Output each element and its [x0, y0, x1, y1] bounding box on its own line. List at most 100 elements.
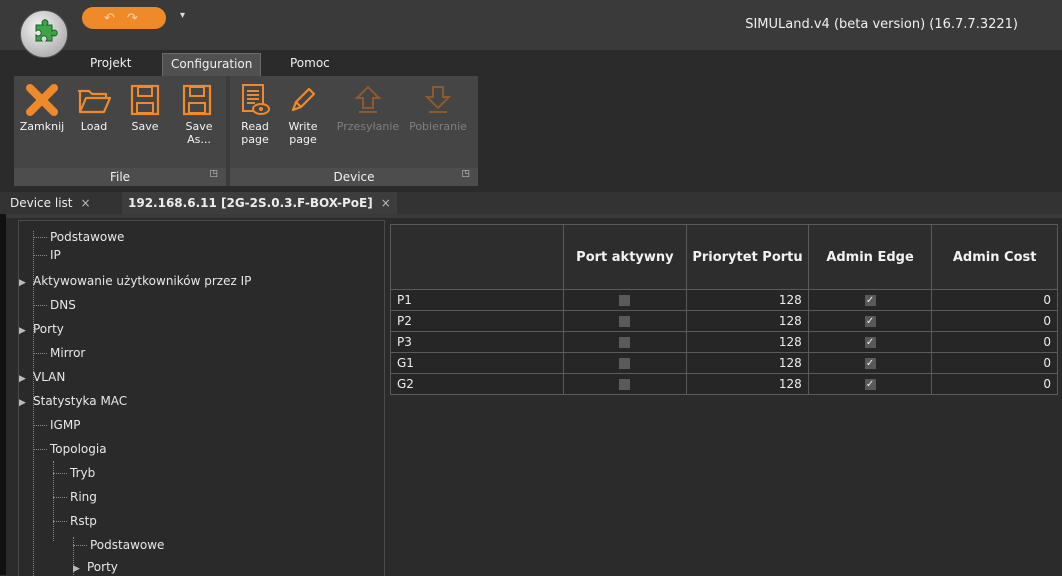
port-active-checkbox[interactable] — [619, 295, 631, 306]
read-page-label: Read page — [241, 120, 269, 146]
admin-edge-checkbox[interactable]: ✓ — [864, 379, 876, 390]
port-name-cell: P2 — [390, 310, 564, 332]
port-name-cell: P1 — [390, 289, 564, 311]
tab-configuration[interactable]: Configuration — [162, 53, 262, 76]
port-active-cell — [562, 310, 688, 332]
tree-item-statystyka-mac[interactable]: ▶ Statystyka MAC — [19, 391, 127, 411]
priority-cell[interactable]: 128 — [686, 331, 809, 353]
port-active-checkbox[interactable] — [619, 379, 631, 390]
menu-tabs: Projekt Configuration Pomoc — [0, 50, 1062, 76]
tree-item-vlan[interactable]: ▶ VLAN — [19, 367, 65, 387]
column-header-admin-edge[interactable]: Admin Edge — [807, 224, 933, 290]
tree-item-topologia[interactable]: Topologia — [33, 439, 107, 459]
app-logo-button[interactable] — [20, 10, 68, 58]
admin-cost-cell[interactable]: 0 — [931, 373, 1058, 395]
ports-table: Port aktywny Priorytet Portu Admin Edge … — [390, 224, 1058, 395]
file-group-label: File ◳ — [14, 168, 226, 186]
tab-projekt[interactable]: Projekt — [90, 53, 131, 75]
table-row: P3 128 ✓ 0 — [390, 331, 1058, 353]
tree-item-porty[interactable]: ▶ Porty — [19, 319, 64, 339]
download-label: Pobieranie — [409, 120, 467, 133]
tab-pomoc[interactable]: Pomoc — [290, 53, 330, 75]
save-button[interactable]: Save — [120, 80, 170, 133]
dialog-launcher-icon[interactable]: ◳ — [461, 165, 470, 183]
upload-label: Przesyłanie — [336, 120, 400, 133]
tree-item-ring[interactable]: Ring — [53, 487, 97, 507]
redo-icon[interactable]: ↷ — [127, 11, 138, 26]
tree-item-ip[interactable]: IP — [33, 245, 61, 265]
tree-item-mirror[interactable]: Mirror — [33, 343, 85, 363]
close-icon — [26, 84, 58, 116]
title-bar: ↶ ↷ ▾ SIMULand.v4 (beta version) (16.7.7… — [0, 0, 1062, 58]
left-edge — [0, 214, 6, 575]
tree-item-aktywowanie[interactable]: ▶ Aktywowanie użytkowników przez IP — [19, 271, 251, 291]
admin-edge-checkbox[interactable]: ✓ — [864, 316, 876, 327]
folder-open-icon — [77, 89, 111, 114]
column-header-port-active[interactable]: Port aktywny — [562, 224, 688, 290]
read-page-button[interactable]: Read page — [232, 80, 278, 146]
port-active-cell — [562, 373, 688, 395]
table-row: P2 128 ✓ 0 — [390, 310, 1058, 332]
tree-item-rstp[interactable]: Rstp — [53, 511, 97, 531]
download-button[interactable]: Pobieranie — [402, 80, 474, 133]
save-as-button[interactable]: Save As... — [172, 80, 222, 146]
load-button[interactable]: Load — [69, 80, 119, 133]
close-tab-icon[interactable]: × — [80, 196, 90, 210]
column-header-port — [390, 224, 564, 290]
tree-item-igmp[interactable]: IGMP — [33, 415, 80, 435]
admin-cost-cell[interactable]: 0 — [931, 352, 1058, 374]
write-page-button[interactable]: Write page — [280, 80, 326, 146]
admin-edge-checkbox[interactable]: ✓ — [864, 337, 876, 348]
tab-device-list[interactable]: Device list × — [10, 192, 91, 214]
undo-icon[interactable]: ↶ — [104, 11, 115, 26]
tree-item-dns[interactable]: DNS — [33, 295, 76, 315]
expand-icon[interactable]: ▶ — [19, 321, 33, 341]
admin-cost-cell[interactable]: 0 — [931, 310, 1058, 332]
priority-cell[interactable]: 128 — [686, 310, 809, 332]
download-icon — [424, 86, 452, 113]
quick-access-toolbar: ↶ ↷ — [82, 7, 166, 29]
priority-cell[interactable]: 128 — [686, 352, 809, 374]
device-group-label: Device ◳ — [230, 168, 478, 186]
upload-icon — [354, 85, 382, 113]
admin-edge-checkbox[interactable]: ✓ — [864, 358, 876, 369]
tree-item-podstawowe[interactable]: Podstawowe — [33, 227, 124, 247]
port-active-checkbox[interactable] — [619, 358, 631, 369]
close-label: Zamknij — [19, 120, 65, 133]
expand-icon[interactable]: ▶ — [19, 369, 33, 389]
tree-item-rstp-podstawowe[interactable]: Podstawowe — [73, 535, 164, 555]
expand-icon[interactable]: ▶ — [19, 393, 33, 413]
customize-toolbar-icon[interactable]: ▾ — [180, 10, 185, 21]
port-active-cell — [562, 331, 688, 353]
upload-button[interactable]: Przesyłanie — [330, 80, 406, 133]
admin-edge-checkbox[interactable]: ✓ — [864, 295, 876, 306]
close-button[interactable]: Zamknij — [16, 80, 68, 133]
port-name-cell: G2 — [390, 373, 564, 395]
port-active-cell — [562, 352, 688, 374]
tab-device[interactable]: 192.168.6.11 [2G-2S.0.3.F-BOX-PoE] × — [122, 192, 397, 214]
close-tab-icon[interactable]: × — [381, 196, 391, 210]
admin-edge-cell: ✓ — [807, 331, 933, 353]
priority-cell[interactable]: 128 — [686, 289, 809, 311]
admin-cost-cell[interactable]: 0 — [931, 289, 1058, 311]
port-name-cell: P3 — [390, 331, 564, 353]
expand-icon[interactable]: ▶ — [19, 273, 33, 293]
dialog-launcher-icon[interactable]: ◳ — [209, 165, 218, 183]
table-row: P1 128 ✓ 0 — [390, 289, 1058, 311]
save-icon — [130, 84, 160, 116]
column-header-admin-cost[interactable]: Admin Cost — [931, 224, 1058, 290]
priority-cell[interactable]: 128 — [686, 373, 809, 395]
tree-item-tryb[interactable]: Tryb — [53, 463, 95, 483]
save-label: Save — [131, 120, 159, 133]
tree-item-rstp-porty[interactable]: ▶ Porty — [73, 557, 118, 576]
expand-icon[interactable]: ▶ — [73, 559, 87, 576]
admin-cost-cell[interactable]: 0 — [931, 331, 1058, 353]
admin-edge-cell: ✓ — [807, 310, 933, 332]
port-active-checkbox[interactable] — [619, 337, 631, 348]
admin-edge-cell: ✓ — [807, 289, 933, 311]
write-page-label: Write page — [288, 120, 318, 146]
column-header-priority[interactable]: Priorytet Portu — [686, 224, 809, 290]
save-as-label: Save As... — [185, 120, 213, 146]
admin-edge-cell: ✓ — [807, 352, 933, 374]
port-active-checkbox[interactable] — [619, 316, 631, 327]
